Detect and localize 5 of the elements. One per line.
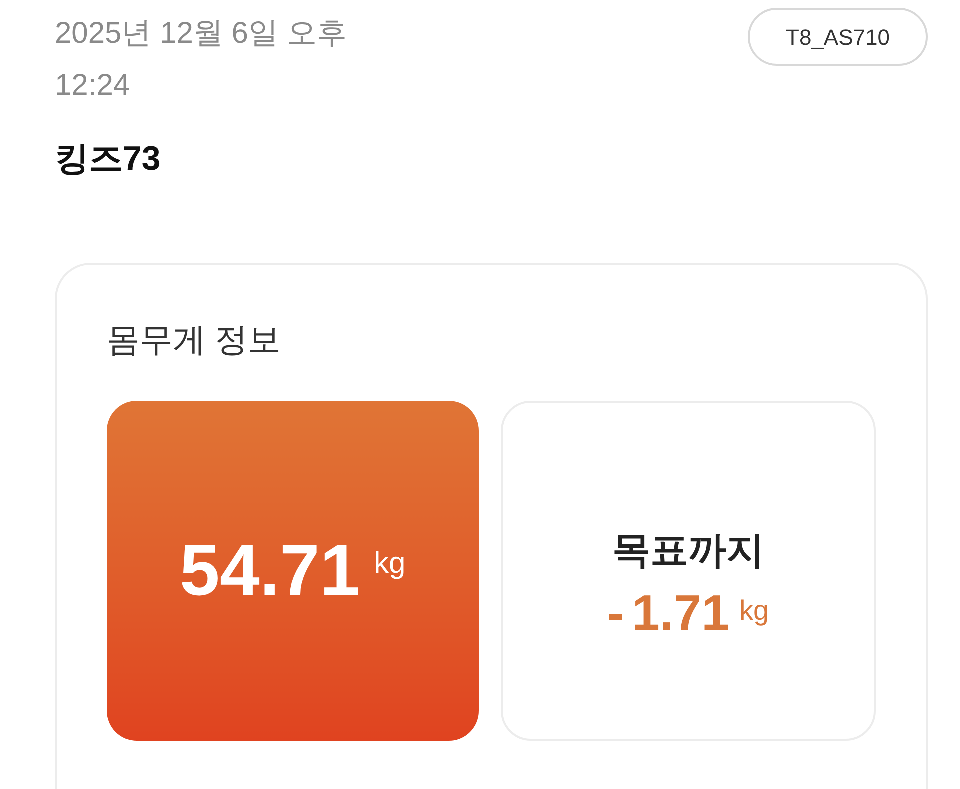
card-title: 몸무게 정보 [107, 320, 282, 360]
goal-label: 목표까지 [612, 529, 764, 574]
date-time: 2025년 12월 6일 오후 12:24 [55, 16, 347, 104]
user-name: 킹즈73 [54, 139, 161, 180]
device-badge: T8_AS710 [748, 8, 928, 66]
